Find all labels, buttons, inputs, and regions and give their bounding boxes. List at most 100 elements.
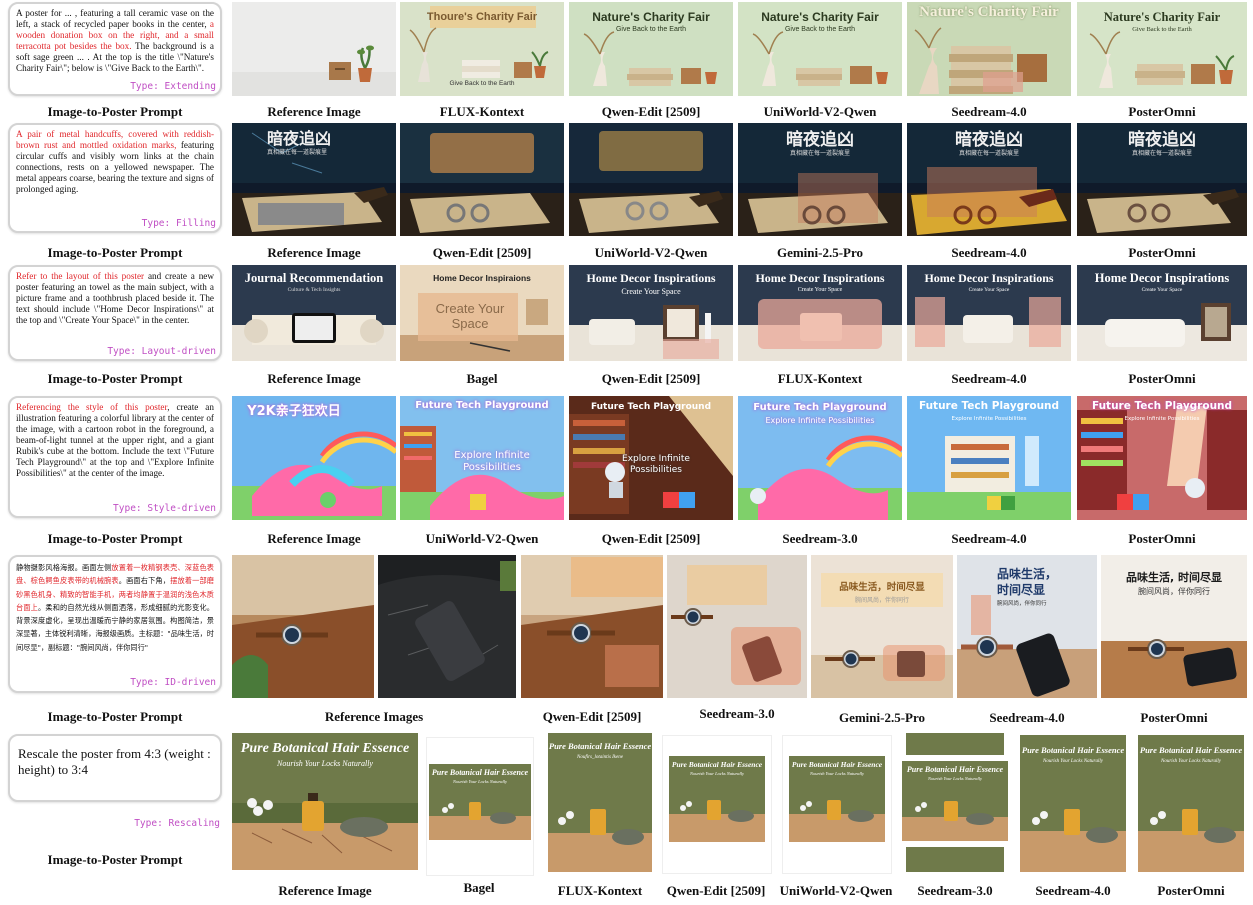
- prompt-caption: Image-to-Poster Prompt: [47, 104, 183, 119]
- poster-subtitle: Create Your Space: [797, 287, 843, 293]
- strip-top: [906, 733, 1004, 755]
- image-caption: Gemini-2.5-Pro: [838, 710, 926, 725]
- poster-title: Pure Botanical Hair Essence: [1139, 745, 1243, 755]
- poster-title: 品味生活，时间尽显: [839, 582, 925, 593]
- type-tag: Type: Filling: [141, 218, 216, 229]
- posteromni-output: 暗夜追凶 真相藏在每一道裂痕里: [1077, 123, 1247, 236]
- poster-subtitle: Create Your Space: [435, 301, 505, 331]
- reference-image-phone: [378, 555, 516, 698]
- poster-subtitle: Create Your Space: [968, 287, 1010, 293]
- image-caption: Gemini-2.5-Pro: [776, 245, 864, 260]
- seedream-output: 暗夜追凶 真相藏在每一道裂痕里: [907, 123, 1071, 236]
- image-caption: Seedream-3.0: [917, 883, 993, 898]
- seedream4-output: Pure Botanical Hair Essence Nourish Your…: [1020, 735, 1126, 872]
- qwen-edit-output: [521, 555, 663, 698]
- prompt-highlight: Refer to the layout of this poster: [16, 271, 145, 281]
- type-tag: Type: Extending: [130, 81, 216, 92]
- poster-subtitle: Nourish Your Locks Naturally: [277, 759, 373, 768]
- poster-title: Pure Botanical Hair Essence: [906, 765, 1004, 774]
- watch-table-illustration: [232, 555, 374, 698]
- image-caption: Reference Image: [267, 245, 361, 260]
- poster-title: Home Decor Inspiraions: [433, 273, 531, 283]
- library-illustration: [1077, 406, 1247, 510]
- poster-title: 品味生活，: [997, 567, 1058, 581]
- prompt-text: , create an illustration featuring a col…: [16, 402, 214, 478]
- poster-title: Y2K亲子狂欢日: [247, 404, 341, 419]
- image-caption: UniWorld-V2-Qwen: [763, 104, 877, 119]
- poster-title: Pure Botanical Hair Essence: [1021, 745, 1125, 755]
- poster-subtitle: Nourish Your Locks Naturally: [1161, 759, 1221, 764]
- bagel-output: Pure Botanical Hair Essence Nourish Your…: [426, 737, 534, 876]
- seedream3-output: Future Tech Playground Explore Infinite …: [738, 396, 902, 520]
- posteromni-output: Nature's Charity Fair Give Back to the E…: [1077, 2, 1247, 96]
- flux-kontext-output: Home Decor Inspirations Create Your Spac…: [738, 265, 902, 361]
- prompt-box: Referencing the style of this poster, cr…: [8, 396, 222, 518]
- image-caption: Bagel: [466, 371, 498, 386]
- library-illustration: [907, 436, 1071, 520]
- poster-title: 暗夜追凶: [1128, 130, 1196, 150]
- qwen-edit-output: [400, 123, 564, 236]
- image-caption: PosterOmni: [1157, 883, 1225, 898]
- image-caption: Qwen-Edit [2509]: [601, 104, 701, 119]
- poster-title: 暗夜追凶: [266, 129, 331, 148]
- posteromni-output: 品味生活, 时间尽显 腕间风尚，伴你同行: [1101, 555, 1247, 698]
- poster-subtitle: Nourish Your Locks Naturally: [1043, 759, 1103, 764]
- prompt-box: Rescale the poster from 4:3 (weight : he…: [8, 734, 222, 802]
- image-caption: Seedream-4.0: [1035, 883, 1111, 898]
- qwen-edit-output: Home Decor Inspirations Create Your Spac…: [569, 265, 733, 361]
- reference-image: Pure Botanical Hair Essence Nourish Your…: [232, 733, 418, 870]
- seedream4-output: Future Tech Playground Explore Infinite …: [907, 396, 1071, 520]
- prompt-caption: Image-to-Poster Prompt: [47, 852, 183, 867]
- image-caption: Seedream-4.0: [951, 531, 1027, 546]
- type-tag: Type: Style-driven: [113, 503, 216, 514]
- poster-subtitle: Nourish Your Locks Naturally: [453, 779, 507, 784]
- poster-title: Nature's Charity Fair: [761, 10, 879, 24]
- prompt-box: 静物摄影风格海报。画面左侧放置着一枚精钢表壳、深蓝色表盘、棕色鳄鱼皮表带的机械腕…: [8, 555, 222, 693]
- qwen-edit-output: Future Tech Playground Explore Infinite …: [569, 396, 733, 520]
- image-caption: Seedream-4.0: [951, 371, 1027, 386]
- type-tag: Type: Rescaling: [134, 818, 220, 829]
- image-caption: Reference Image: [267, 104, 361, 119]
- poster-title: Nature's Charity Fair: [1103, 10, 1221, 24]
- image-caption: Qwen-Edit [2509]: [432, 245, 532, 260]
- seedream-output: Nature's Charity Fair: [907, 2, 1071, 96]
- poster-subtitle: Give Back to the Earth: [1132, 26, 1192, 33]
- posteromni-output: Future Tech Playground Explore Infinite …: [1077, 396, 1247, 520]
- botanical-illustration: [548, 809, 652, 872]
- seedream3-output: Pure Botanical Hair Essence Nourish Your…: [902, 733, 1008, 872]
- phone-table-illustration: [378, 561, 516, 698]
- image-caption: PosterOmni: [1128, 245, 1196, 260]
- image-caption: PosterOmni: [1128, 104, 1196, 119]
- poster-subtitle: Culture & Tech Insights: [287, 287, 341, 293]
- uniworld-output: Pure Botanical Hair Essence Nourish Your…: [782, 735, 892, 874]
- prompt-text: A poster for ... , featuring a tall cera…: [16, 8, 214, 29]
- watch-table-illustration: [521, 555, 663, 698]
- poster-subtitle: Nourish Your Locks Naturally: [928, 776, 982, 781]
- flux-kontext-output: Pure Botanical Hair Essence Noufirs_lota…: [548, 733, 652, 872]
- image-caption: Seedream-3.0: [782, 531, 858, 546]
- type-tag: Type: ID-driven: [130, 676, 216, 688]
- seedream4-output: 品味生活， 时间尽显 腕间风尚，伴你同行: [957, 555, 1097, 698]
- poster-title: Home Decor Inspirations: [586, 271, 716, 285]
- poster-title: Nature's Charity Fair: [919, 4, 1059, 20]
- poster-title: 时间尽显: [997, 583, 1046, 597]
- poster-subtitle: Create Your Space: [621, 287, 681, 296]
- poster-title: Home Decor Inspirations: [1094, 271, 1230, 285]
- watch-phone-illustration: [671, 565, 801, 685]
- image-caption: Qwen-Edit [2509]: [666, 883, 766, 898]
- poster-subtitle: Explore Infinite Possibilities: [951, 416, 1027, 422]
- watch-phone-illustration: [811, 573, 953, 698]
- poster-title: Pure Botanical Hair Essence: [791, 760, 883, 769]
- prompt-text: 静物摄影风格海报。画面左侧: [16, 563, 112, 572]
- prompt-text: Rescale the poster from 4:3 (weight : he…: [18, 746, 211, 777]
- image-caption: UniWorld-V2-Qwen: [779, 883, 893, 898]
- prompt-caption: Image-to-Poster Prompt: [47, 371, 183, 386]
- uniworld-output: [569, 123, 733, 236]
- prompt-box: A poster for ... , featuring a tall cera…: [8, 2, 222, 96]
- image-caption: FLUX-Kontext: [557, 883, 643, 898]
- posteromni-output: Home Decor Inspirations Create Your Spac…: [1077, 265, 1247, 361]
- prompt-box: A pair of metal handcuffs, covered with …: [8, 123, 222, 233]
- image-caption: Reference Images: [324, 709, 424, 724]
- reference-image: [232, 2, 396, 96]
- seedream3-output: [667, 555, 807, 698]
